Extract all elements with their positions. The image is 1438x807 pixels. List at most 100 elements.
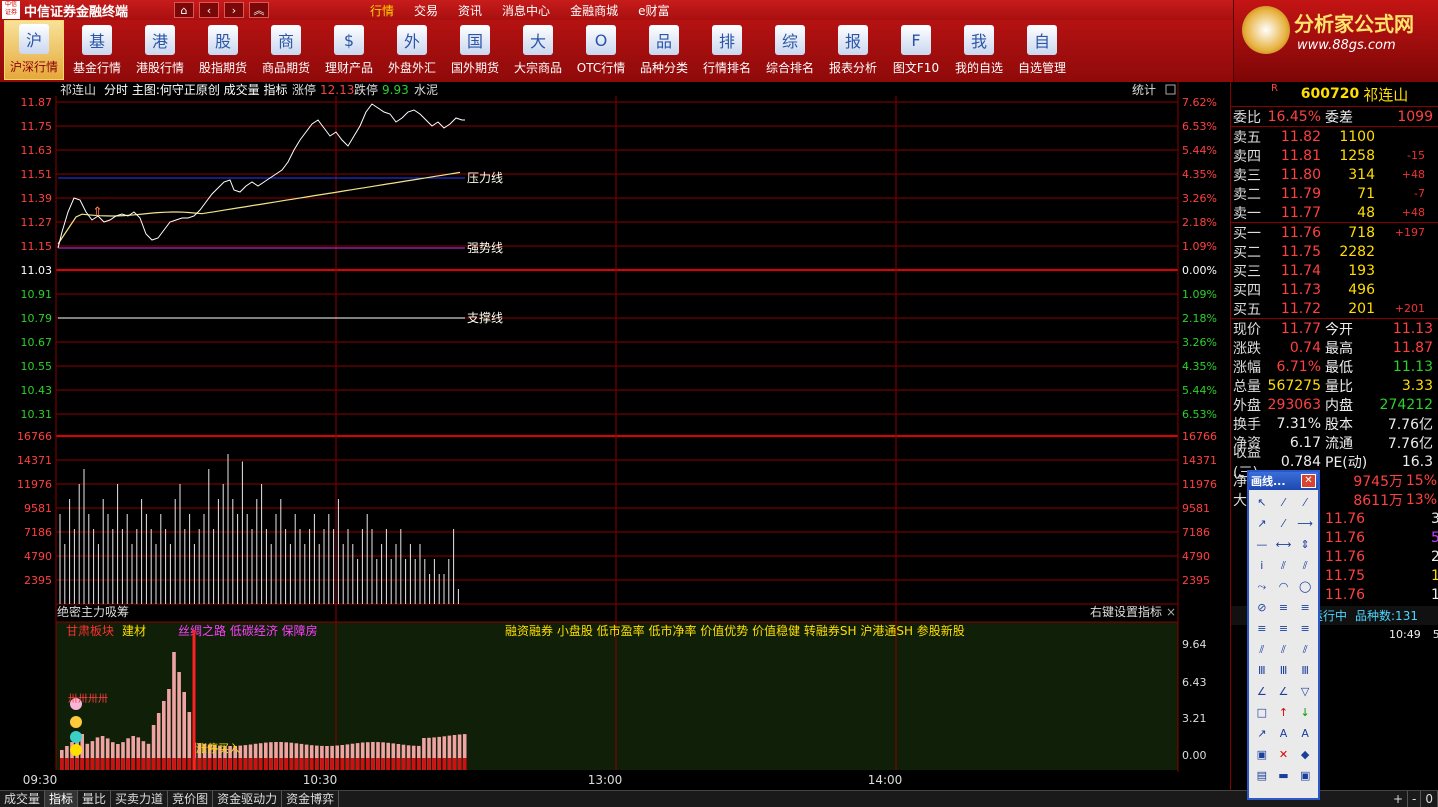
toolbar-button-8[interactable]: 大大宗商品: [508, 20, 568, 80]
indicator-base-bar: [320, 758, 324, 770]
draw-tool-2-icon[interactable]: ⁄: [1295, 493, 1315, 512]
draw-tool-32-icon[interactable]: ↓: [1295, 703, 1315, 722]
tab-indicator[interactable]: 指标: [45, 791, 79, 807]
draw-tool-28-icon[interactable]: ∠: [1274, 682, 1294, 701]
stat-button[interactable]: 统计: [1132, 83, 1156, 97]
zoom-out-button[interactable]: -: [1408, 791, 1422, 807]
collapse-icon[interactable]: ︽: [249, 2, 269, 18]
draw-tool-23-icon[interactable]: ⫽: [1295, 640, 1315, 659]
draw-tool-10-icon[interactable]: ⫽: [1274, 556, 1294, 575]
draw-tool-41-icon[interactable]: ▣: [1295, 766, 1315, 785]
reset-button[interactable]: 0: [1421, 791, 1438, 807]
indicator-base-bar: [315, 758, 319, 770]
draw-tool-22-icon[interactable]: ⫽: [1274, 640, 1294, 659]
sell-row[interactable]: 卖二 11.79 71 -7: [1231, 184, 1438, 203]
home-icon[interactable]: ⌂: [174, 2, 194, 18]
draw-tool-8-icon[interactable]: ⇕: [1295, 535, 1315, 554]
draw-tool-24-icon[interactable]: Ⅲ: [1252, 661, 1272, 680]
close-icon[interactable]: ✕: [1301, 474, 1316, 488]
draw-tool-6-icon[interactable]: —: [1252, 535, 1272, 554]
draw-tool-12-icon[interactable]: ⤳: [1252, 577, 1272, 596]
buy-row[interactable]: 买四 11.73 496: [1231, 280, 1438, 299]
draw-tool-33-icon[interactable]: ↗: [1252, 724, 1272, 743]
toolbar-button-3[interactable]: 股股指期货: [193, 20, 253, 80]
toolbar-button-1[interactable]: 基基金行情: [67, 20, 127, 80]
toolbar-button-10[interactable]: 品品种分类: [634, 20, 694, 80]
buy-row[interactable]: 买一 11.76 718 +197: [1231, 223, 1438, 242]
draw-tool-3-icon[interactable]: ↗: [1252, 514, 1272, 533]
draw-tool-27-icon[interactable]: ∠: [1252, 682, 1272, 701]
toolbar-button-16[interactable]: 自自选管理: [1012, 20, 1072, 80]
draw-tool-35-icon[interactable]: A: [1295, 724, 1315, 743]
draw-tool-21-icon[interactable]: ⫽: [1252, 640, 1272, 659]
menu-news[interactable]: 资讯: [458, 2, 482, 19]
tab-auction[interactable]: 竞价图: [168, 791, 214, 807]
toolbar-button-9[interactable]: O OTC行情: [571, 20, 631, 80]
menu-messages[interactable]: 消息中心: [502, 2, 550, 19]
chart-tabs[interactable]: 分时 主图:何守正原创 成交量 指标: [104, 82, 288, 97]
buy-row[interactable]: 买三 11.74 193: [1231, 261, 1438, 280]
sell-row[interactable]: 卖一 11.77 48 +48: [1231, 203, 1438, 222]
draw-tool-18-icon[interactable]: ≡: [1252, 619, 1272, 638]
draw-tool-15-icon[interactable]: ⊘: [1252, 598, 1272, 617]
draw-tool-38-icon[interactable]: ◆: [1295, 745, 1315, 764]
close-indicator-icon[interactable]: ×: [1166, 605, 1176, 619]
draw-tool-30-icon[interactable]: □: [1252, 703, 1272, 722]
tab-volume-ratio[interactable]: 量比: [78, 791, 112, 807]
buy-row[interactable]: 买五 11.72 201 +201: [1231, 299, 1438, 318]
draw-tool-20-icon[interactable]: ≡: [1295, 619, 1315, 638]
menu-ewealth[interactable]: e财富: [638, 2, 669, 19]
tab-volume[interactable]: 成交量: [0, 791, 46, 807]
sell-row[interactable]: 卖四 11.81 1258 -15: [1231, 146, 1438, 165]
draw-tool-25-icon[interactable]: Ⅲ: [1274, 661, 1294, 680]
draw-tool-39-icon[interactable]: ▤: [1252, 766, 1272, 785]
menu-trade[interactable]: 交易: [414, 2, 438, 19]
draw-tool-36-icon[interactable]: ▣: [1252, 745, 1272, 764]
toolbar-button-14[interactable]: F 图文F10: [886, 20, 946, 80]
toolbar-button-2[interactable]: 港港股行情: [130, 20, 190, 80]
menu-mall[interactable]: 金融商城: [570, 2, 618, 19]
forward-icon[interactable]: ›: [224, 2, 244, 18]
toolbar-button-15[interactable]: 我我的自选: [949, 20, 1009, 80]
toolbar-button-6[interactable]: 外外盘外汇: [382, 20, 442, 80]
draw-tool-14-icon[interactable]: ◯: [1295, 577, 1315, 596]
indicator-base-bar: [172, 758, 176, 770]
intraday-chart[interactable]: 11.87 7.62% 11.75 6.53% 11.63 5.44% 11.51 4.35%…: [0, 82, 1229, 790]
toolbar-button-11[interactable]: 排行情排名: [697, 20, 757, 80]
draw-tool-7-icon[interactable]: ⟷: [1274, 535, 1294, 554]
toolbar-icon: 报: [838, 25, 868, 55]
draw-tool-31-icon[interactable]: ↑: [1274, 703, 1294, 722]
draw-tool-5-icon[interactable]: ⟶: [1295, 514, 1315, 533]
zoom-in-button[interactable]: +: [1389, 791, 1409, 807]
back-icon[interactable]: ‹: [199, 2, 219, 18]
sell-row[interactable]: 卖五 11.82 1100: [1231, 127, 1438, 146]
draw-tool-19-icon[interactable]: ≡: [1274, 619, 1294, 638]
toolbar-button-5[interactable]: $ 理财产品: [319, 20, 379, 80]
draw-tool-17-icon[interactable]: ≡: [1295, 598, 1315, 617]
toolbar-button-7[interactable]: 国国外期货: [445, 20, 505, 80]
draw-tool-1-icon[interactable]: ⁄: [1274, 493, 1294, 512]
indicator-setting[interactable]: 右键设置指标: [1090, 604, 1162, 619]
draw-tool-37-icon[interactable]: ✕: [1274, 745, 1294, 764]
toolbar-button-12[interactable]: 综综合排名: [760, 20, 820, 80]
draw-tool-13-icon[interactable]: ◠: [1274, 577, 1294, 596]
toolbar-button-0[interactable]: 沪沪深行情: [4, 20, 64, 80]
toolbar-button-13[interactable]: 报报表分析: [823, 20, 883, 80]
draw-tool-26-icon[interactable]: Ⅲ: [1295, 661, 1315, 680]
draw-tool-9-icon[interactable]: ⅰ: [1252, 556, 1272, 575]
draw-tool-0-icon[interactable]: ↖: [1252, 493, 1272, 512]
tab-capital-drive[interactable]: 资金驱动力: [213, 791, 283, 807]
draw-tool-40-icon[interactable]: ▬: [1274, 766, 1294, 785]
draw-tool-11-icon[interactable]: ⫽: [1295, 556, 1315, 575]
tab-capital-game[interactable]: 资金博弈: [282, 791, 340, 807]
draw-tool-34-icon[interactable]: A: [1274, 724, 1294, 743]
drawing-tools-panel[interactable]: 画线... ✕ ↖ ⁄ ⁄ ↗ ⁄ ⟶ — ⟷ ⇕ ⅰ ⫽ ⫽ ⤳ ◠ ◯ ⊘ ≡ ≡ ≡ ≡ ≡ ⫽ ⫽ ⫽ Ⅲ Ⅲ Ⅲ ∠ ∠ ▽ □ ↑ ↓…: [1247, 470, 1320, 800]
draw-tool-4-icon[interactable]: ⁄: [1274, 514, 1294, 533]
menu-quotes[interactable]: 行情: [370, 2, 394, 19]
buy-row[interactable]: 买二 11.75 2282: [1231, 242, 1438, 261]
draw-tool-29-icon[interactable]: ▽: [1295, 682, 1315, 701]
draw-tool-16-icon[interactable]: ≡: [1274, 598, 1294, 617]
sell-row[interactable]: 卖三 11.80 314 +48: [1231, 165, 1438, 184]
tab-buy-sell-power[interactable]: 买卖力道: [111, 791, 169, 807]
toolbar-button-4[interactable]: 商商品期货: [256, 20, 316, 80]
